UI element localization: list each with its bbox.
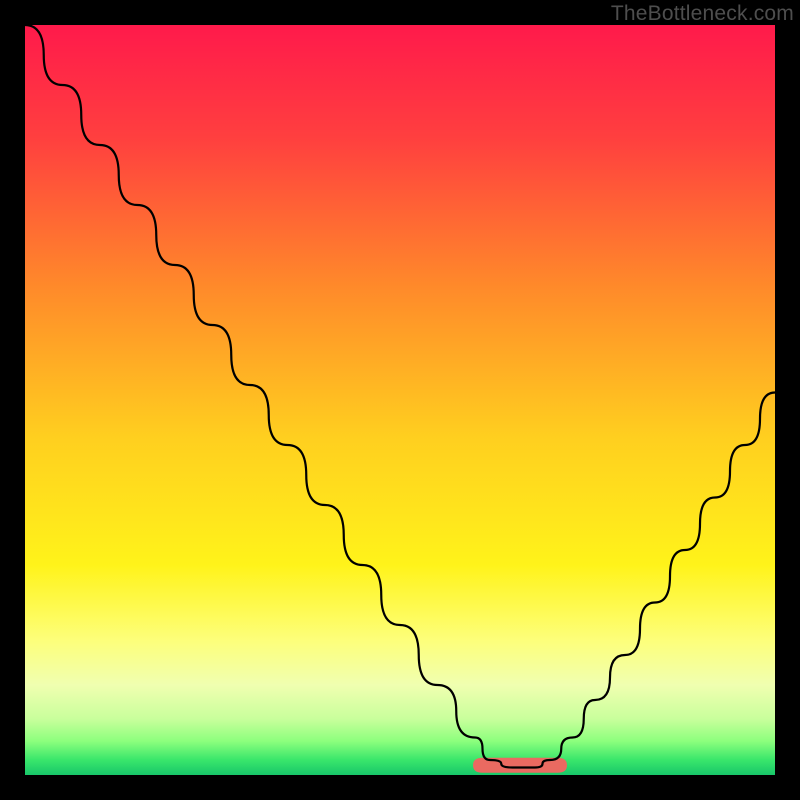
bottleneck-curve: [25, 25, 775, 775]
plot-area: [25, 25, 775, 775]
chart-frame: TheBottleneck.com: [0, 0, 800, 800]
watermark-text: TheBottleneck.com: [611, 2, 794, 26]
